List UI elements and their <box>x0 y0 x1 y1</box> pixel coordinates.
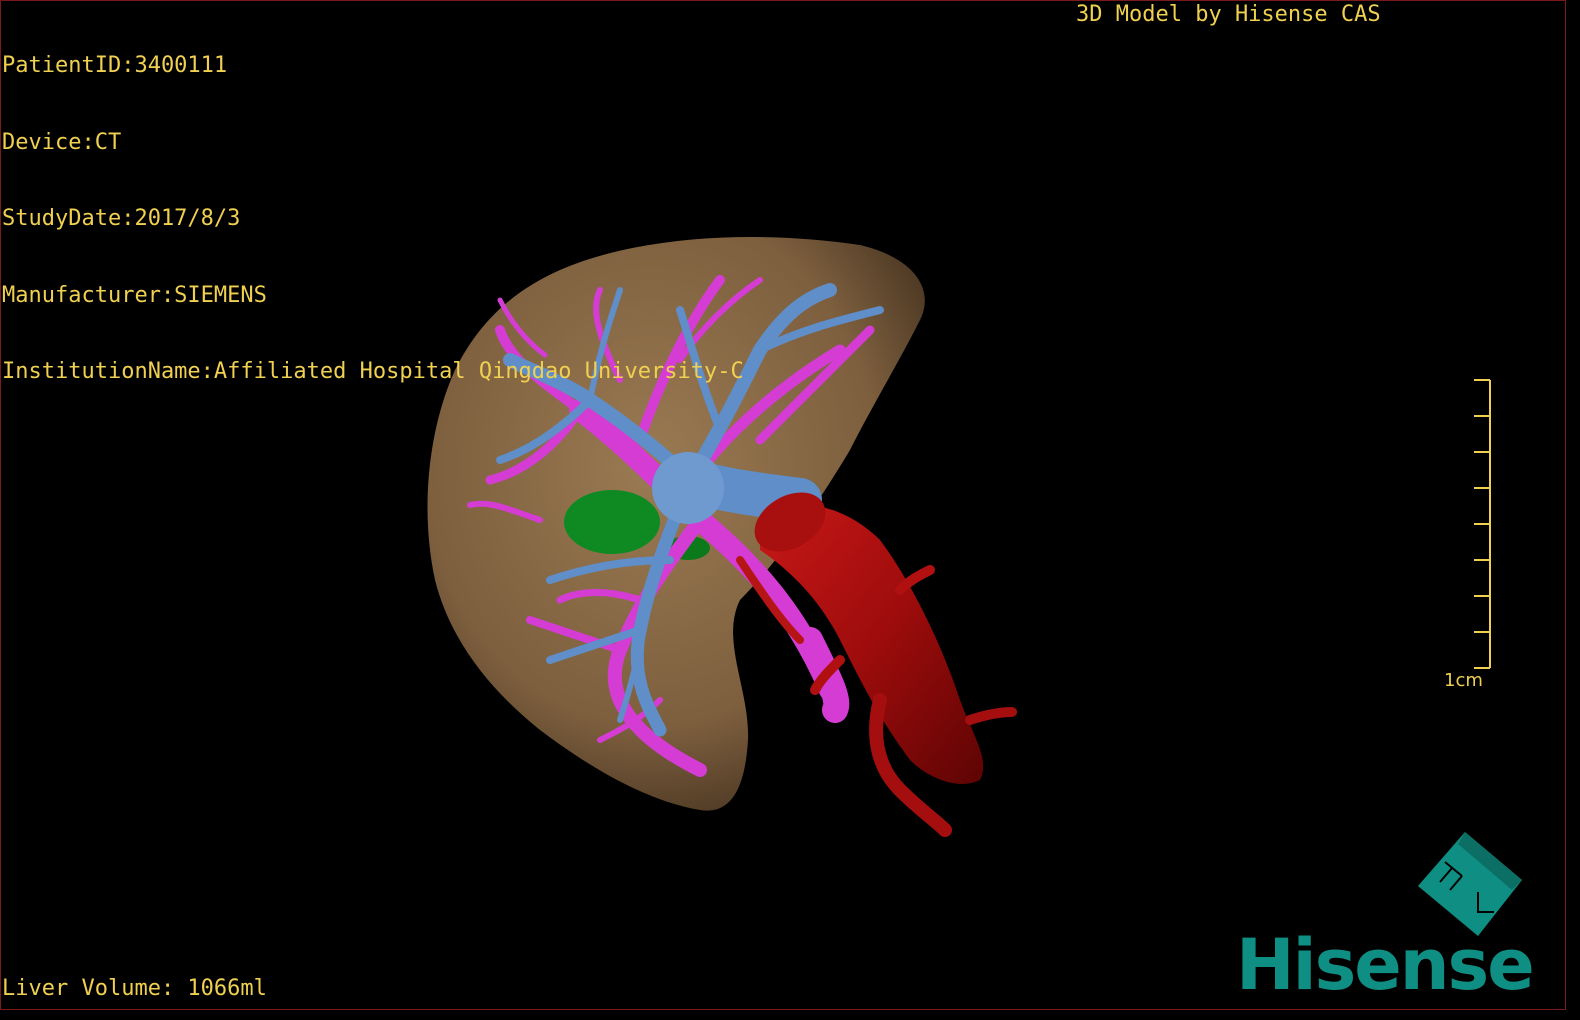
liver-volume: Liver Volume: 1066ml <box>2 976 267 1001</box>
patient-info-overlay: PatientID:3400111 Device:CT StudyDate:20… <box>2 2 744 410</box>
gallbladder <box>564 490 660 554</box>
hepatic-vein-confluence <box>652 452 724 524</box>
model-credit: 3D Model by Hisense CAS <box>1076 2 1381 27</box>
study-date: StudyDate:2017/8/3 <box>2 206 241 231</box>
manufacturer: Manufacturer:SIEMENS <box>2 282 267 308</box>
vena-cava <box>736 492 1017 837</box>
scale-bar <box>1474 379 1491 669</box>
device: Device:CT <box>2 129 122 155</box>
hisense-logo: Hisense <box>1236 924 1535 1006</box>
patient-id: PatientID:3400111 <box>2 53 228 78</box>
institution-name: InstitutionName:Affiliated Hospital Qing… <box>2 359 744 384</box>
scale-bar-label: 1cm <box>1444 670 1483 691</box>
hisense-cube-logo-icon <box>1418 832 1522 936</box>
